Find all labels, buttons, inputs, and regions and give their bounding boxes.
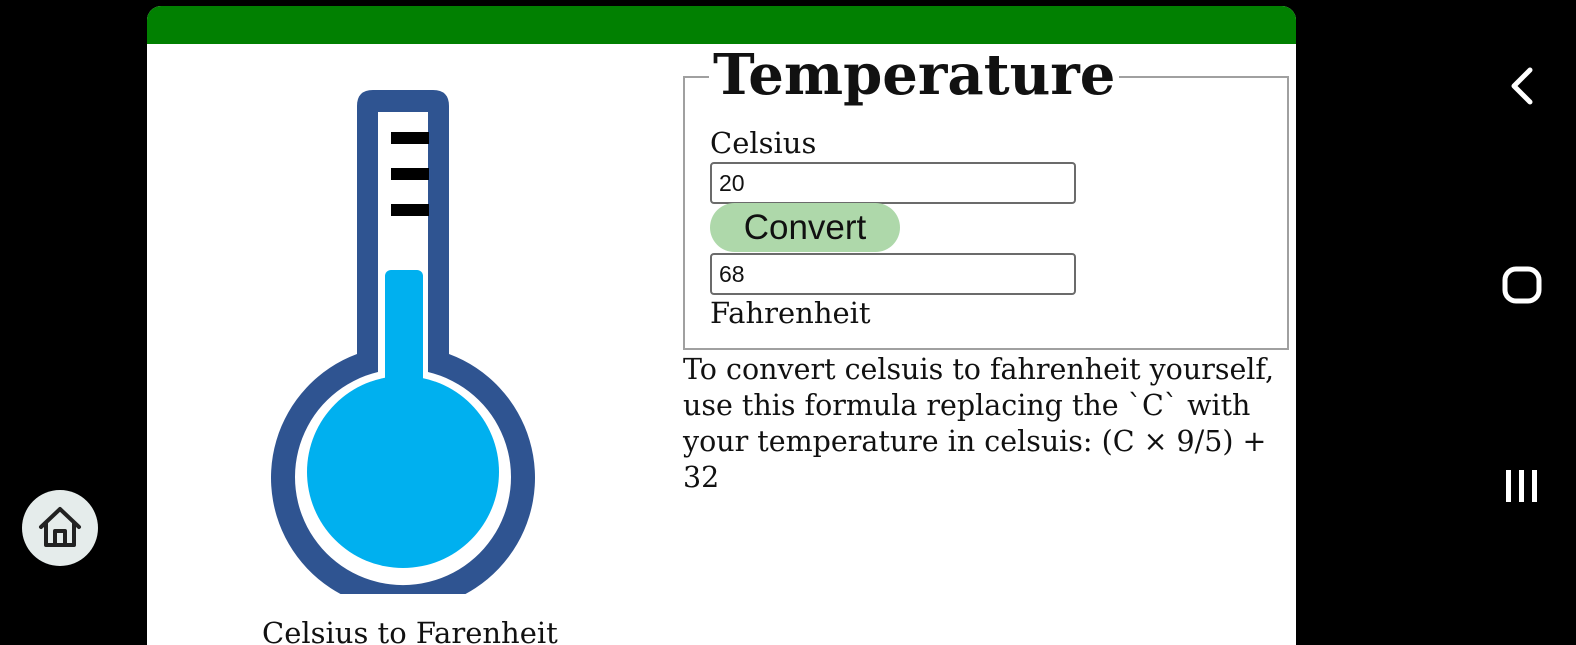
- illustration-caption: Celsius to Farenheit: [262, 616, 558, 645]
- home-circle-icon[interactable]: [1502, 265, 1542, 305]
- convert-button[interactable]: Convert: [710, 203, 900, 252]
- celsius-label: Celsius: [710, 126, 817, 160]
- thermometer-icon: [271, 90, 535, 594]
- app-panel: Celsius to Farenheit Temperature Celsius…: [147, 6, 1296, 645]
- home-button[interactable]: [22, 490, 98, 566]
- screen: Celsius to Farenheit Temperature Celsius…: [0, 0, 1576, 645]
- back-icon[interactable]: [1506, 66, 1538, 106]
- fieldset-legend: Temperature: [709, 44, 1120, 106]
- temperature-fieldset: Temperature Celsius Convert Fahrenheit: [683, 44, 1289, 350]
- formula-text: To convert celsuis to fahrenheit yoursel…: [683, 353, 1275, 494]
- fahrenheit-label: Fahrenheit: [710, 296, 871, 330]
- fahrenheit-output[interactable]: [710, 253, 1076, 295]
- home-icon: [39, 507, 81, 547]
- recents-icon[interactable]: [1504, 468, 1540, 504]
- header-bar: [147, 6, 1296, 44]
- thermometer-fluid: [307, 270, 499, 568]
- celsius-input[interactable]: [710, 162, 1076, 204]
